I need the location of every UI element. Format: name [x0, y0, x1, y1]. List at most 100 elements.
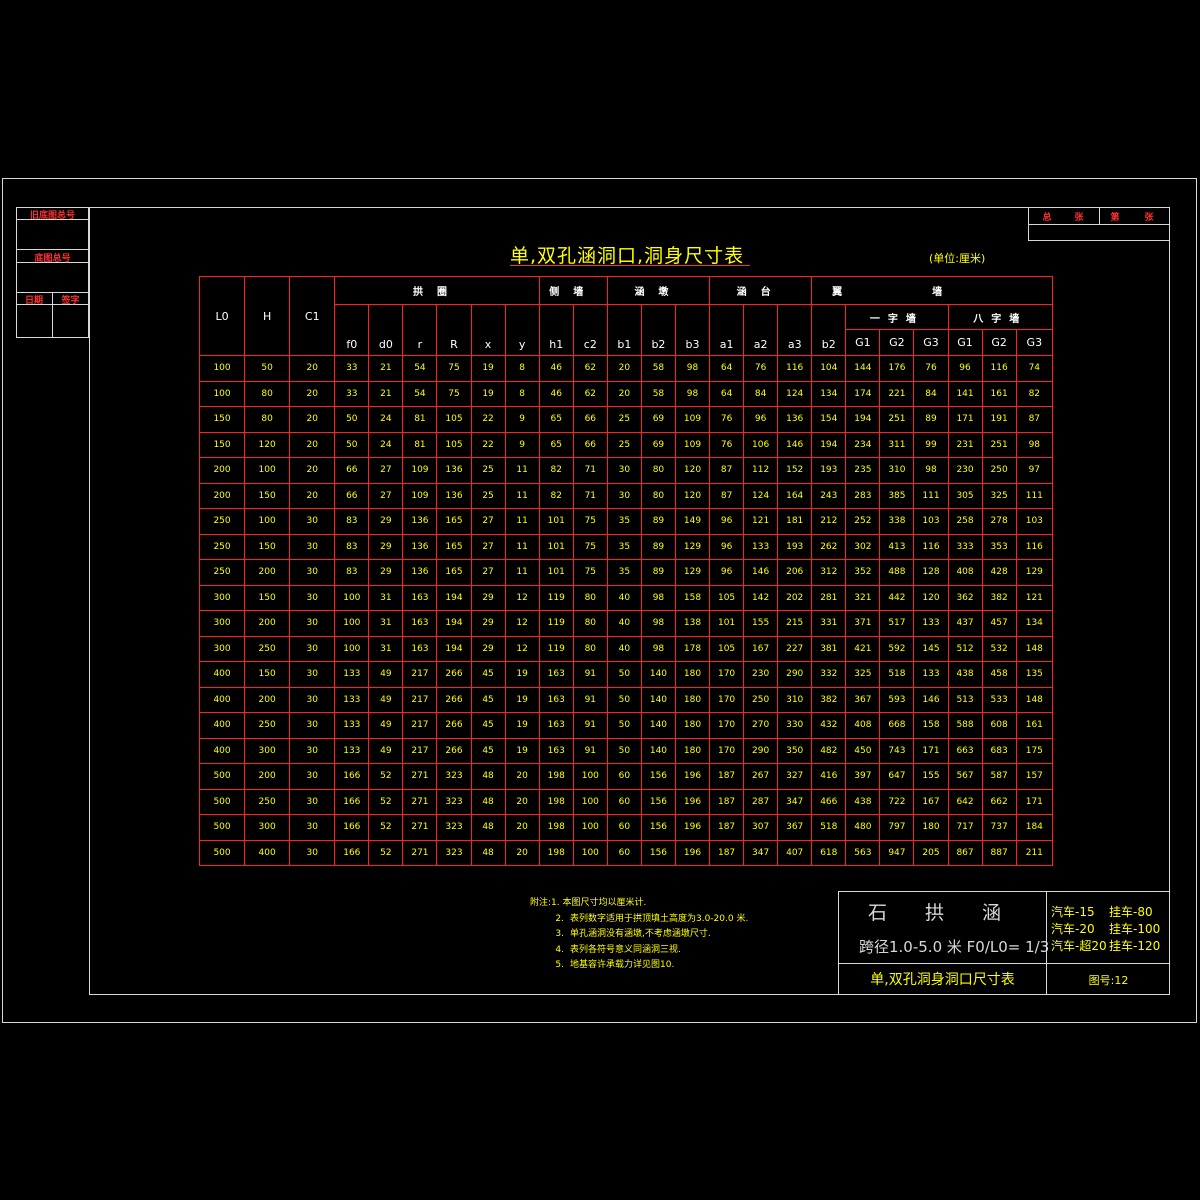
table-row: 500 250 30 166 52 271 323 48 20 198 100 60 156 196 187…	[198, 788, 1054, 815]
table-cell: 49	[368, 686, 404, 713]
sheet-label: 张	[1144, 213, 1154, 223]
table-cell: 22	[470, 431, 506, 458]
signature-label: 签字	[61, 296, 80, 306]
table-cell: 35	[606, 559, 642, 586]
table-cell: 146	[777, 431, 813, 458]
table-cell: 109	[402, 457, 438, 484]
table-cell: 362	[947, 584, 983, 611]
table-cell: 83	[334, 533, 370, 560]
table-cell: 512	[947, 635, 983, 662]
table-cell: 618	[811, 839, 847, 866]
table-cell: 180	[674, 686, 711, 713]
col-header: C1	[289, 276, 336, 356]
table-row: 100 80 20 33 21 54 75 19 8 46 62 20 58 98 64 84 124 134 17…	[198, 380, 1054, 407]
table-cell: 187	[709, 839, 745, 866]
table-cell: 642	[947, 788, 983, 815]
table-cell: 97	[1015, 457, 1054, 484]
table-cell: 166	[334, 814, 370, 841]
col-header: G3	[1015, 329, 1054, 356]
table-cell: 133	[334, 686, 370, 713]
table-cell: 100	[198, 380, 246, 407]
table-cell: 129	[674, 559, 711, 586]
table-cell: 81	[402, 406, 438, 433]
table-cell: 100	[334, 610, 370, 637]
table-cell: 35	[606, 533, 642, 560]
table-cell: 101	[709, 610, 745, 637]
table-cell: 428	[981, 559, 1017, 586]
table-cell: 202	[777, 584, 813, 611]
group-header-arch: 拱圈	[334, 276, 540, 305]
title-block-drawing-title: 单,双孔洞身洞口尺寸表	[870, 972, 1015, 988]
table-cell: 101	[538, 533, 574, 560]
table-cell: 136	[402, 508, 438, 535]
table-cell: 46	[538, 355, 574, 382]
table-row: 150 120 20 50 24 81 105 22 9 65 66 25 69 109 76 106 146 1…	[198, 431, 1054, 458]
table-cell: 141	[947, 380, 983, 407]
table-cell: 164	[777, 482, 813, 509]
col-header: b3	[674, 304, 711, 356]
table-cell: 187	[709, 788, 745, 815]
table-cell: 421	[845, 635, 881, 662]
table-cell: 517	[879, 610, 915, 637]
table-cell: 156	[640, 814, 676, 841]
unit-label: (单位:厘米)	[929, 252, 986, 265]
table-cell: 158	[674, 584, 711, 611]
table-cell: 187	[709, 763, 745, 790]
table-cell: 104	[811, 355, 847, 382]
table-cell: 30	[289, 686, 336, 713]
subgroup-header-splay-wall: 八字墙	[947, 304, 1053, 330]
table-cell: 30	[289, 814, 336, 841]
note-item: 3. 单孔涵洞没有涵墩,不考虑涵墩尺寸.	[555, 929, 711, 939]
table-cell: 52	[368, 788, 404, 815]
table-cell: 133	[334, 661, 370, 688]
group-header-culvert-platform: 涵台	[709, 276, 813, 305]
table-cell: 9	[504, 406, 540, 433]
table-cell: 84	[743, 380, 779, 407]
table-cell: 64	[709, 355, 745, 382]
table-cell: 8	[504, 355, 540, 382]
table-cell: 103	[1015, 508, 1054, 535]
table-cell: 31	[368, 584, 404, 611]
table-cell: 76	[709, 406, 745, 433]
table-cell: 181	[777, 508, 813, 535]
table-cell: 75	[436, 380, 472, 407]
table-cell: 331	[811, 610, 847, 637]
col-header: x	[470, 304, 506, 356]
table-cell: 30	[606, 457, 642, 484]
table-cell: 217	[402, 661, 438, 688]
table-cell: 338	[879, 508, 915, 535]
table-cell: 171	[913, 737, 949, 764]
table-cell: 290	[743, 737, 779, 764]
table-cell: 75	[436, 355, 472, 382]
table-cell: 161	[981, 380, 1017, 407]
table-cell: 54	[402, 380, 438, 407]
table-cell: 52	[368, 839, 404, 866]
table-cell: 135	[1015, 661, 1054, 688]
table-cell: 69	[640, 406, 676, 433]
table-cell: 163	[538, 686, 574, 713]
table-cell: 136	[436, 482, 472, 509]
table-cell: 150	[244, 482, 291, 509]
table-cell: 367	[777, 814, 813, 841]
table-cell: 332	[811, 661, 847, 688]
table-cell: 20	[289, 457, 336, 484]
table-cell: 25	[606, 431, 642, 458]
col-header: a1	[709, 304, 745, 356]
table-cell: 40	[606, 635, 642, 662]
table-cell: 311	[879, 431, 915, 458]
table-row: 300 200 30 100 31 163 194 29 12 119 80 40 98 138 101 15…	[198, 610, 1054, 637]
table-cell: 49	[368, 712, 404, 739]
table-cell: 271	[402, 814, 438, 841]
table-cell: 258	[947, 508, 983, 535]
table-cell: 87	[709, 482, 745, 509]
table-row: 250 200 30 83 29 136 165 27 11 101 75 35 89 129 96 146 2…	[198, 559, 1054, 586]
table-cell: 371	[845, 610, 881, 637]
table-cell: 567	[947, 763, 983, 790]
table-cell: 252	[845, 508, 881, 535]
table-cell: 84	[913, 380, 949, 407]
table-cell: 300	[198, 610, 246, 637]
col-header: a3	[777, 304, 813, 356]
table-cell: 20	[289, 482, 336, 509]
table-cell: 251	[981, 431, 1017, 458]
table-row: 500 300 30 166 52 271 323 48 20 198 100 60 156 196 187…	[198, 814, 1054, 841]
